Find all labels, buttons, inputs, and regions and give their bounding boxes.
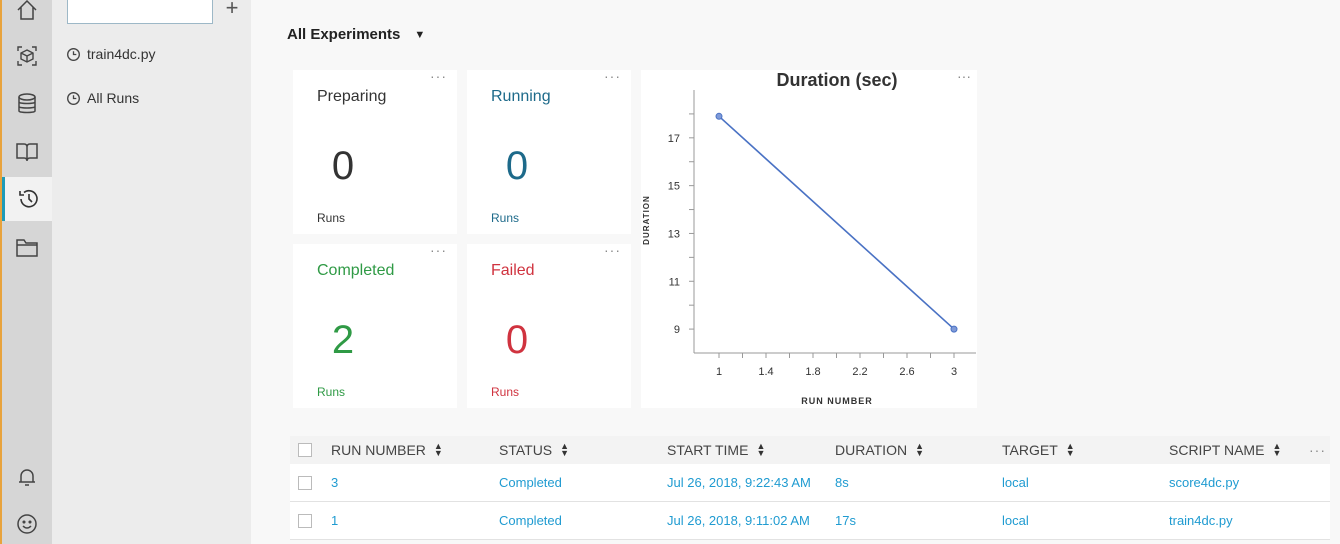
completed-card: ··· Completed 2 Runs — [293, 242, 457, 408]
x-tick-label: 3 — [951, 366, 957, 378]
col-script-name[interactable]: SCRIPT NAME ▲ ▼ — [1169, 436, 1281, 464]
more-options-icon[interactable]: ··· — [430, 242, 447, 258]
x-tick-label: 1.8 — [805, 366, 820, 378]
card-unit: Runs — [317, 211, 346, 225]
table-row[interactable]: 1 Completed Jul 26, 2018, 9:11:02 AM 17s… — [290, 502, 1330, 540]
card-count: 0 — [331, 144, 355, 188]
script-name-link[interactable]: score4dc.py — [1169, 464, 1239, 501]
more-options-icon[interactable]: ··· — [1309, 436, 1326, 464]
explorer-item-label: train4dc.py — [87, 46, 156, 62]
experiments-dropdown-label: All Experiments — [287, 26, 401, 43]
duration-cell: 17s — [835, 513, 856, 528]
folder-icon[interactable] — [2, 226, 52, 270]
y-tick-label: 17 — [668, 133, 680, 145]
row-checkbox[interactable] — [298, 475, 312, 490]
col-duration[interactable]: DURATION ▲ ▼ — [835, 436, 924, 464]
y-tick-label: 11 — [669, 276, 680, 288]
sort-icon: ▲ ▼ — [1065, 441, 1075, 458]
card-unit: Runs — [317, 385, 346, 399]
y-axis-label: DURATION — [642, 195, 651, 245]
row-checkbox[interactable] — [298, 513, 312, 528]
explorer-item-train4dc[interactable]: train4dc.py — [66, 44, 155, 64]
run-number-link[interactable]: 1 — [331, 502, 338, 539]
status-cell: Completed — [499, 475, 562, 490]
sort-icon: ▲ ▼ — [915, 441, 924, 458]
card-count: 2 — [331, 318, 355, 362]
preparing-card: ··· Preparing 0 Runs — [293, 68, 457, 234]
card-title: Failed — [491, 262, 535, 279]
failed-card: ··· Failed 0 Runs — [467, 242, 631, 408]
smiley-icon[interactable] — [2, 502, 52, 544]
book-icon[interactable] — [2, 130, 52, 174]
duration-chart-card: ··· Duration (sec) DURATION RUN NUMBER 9… — [641, 68, 977, 408]
start-time-cell: Jul 26, 2018, 9:11:02 AM — [667, 513, 810, 528]
start-time-cell: Jul 26, 2018, 9:22:43 AM — [667, 475, 811, 490]
card-unit: Runs — [491, 211, 520, 225]
explorer-panel: + train4dc.py All Runs — [52, 0, 251, 544]
explorer-item-label: All Runs — [87, 90, 140, 106]
more-options-icon[interactable]: ··· — [604, 242, 621, 258]
explorer-item-all-runs[interactable]: All Runs — [66, 88, 139, 108]
run-number-link[interactable]: 3 — [331, 464, 338, 501]
y-tick-label: 15 — [668, 181, 680, 193]
search-input[interactable] — [67, 0, 213, 24]
running-card: ··· Running 0 Runs — [467, 68, 631, 234]
script-name-link[interactable]: train4dc.py — [1169, 502, 1233, 539]
duration-cell: 8s — [835, 475, 849, 490]
sort-icon: ▲ ▼ — [756, 441, 766, 458]
card-title: Completed — [317, 262, 395, 279]
data-point — [715, 112, 723, 120]
clock-icon — [67, 91, 80, 105]
chart-title: Duration (sec) — [776, 70, 897, 90]
card-count: 0 — [505, 318, 529, 362]
experiments-dropdown[interactable]: All Experiments ▼ — [287, 26, 425, 43]
card-title: Preparing — [317, 88, 387, 105]
card-unit: Runs — [491, 385, 520, 399]
table-row[interactable]: 3 Completed Jul 26, 2018, 9:22:43 AM 8s … — [290, 464, 1330, 502]
card-count: 0 — [505, 144, 529, 188]
col-target[interactable]: TARGET ▲ ▼ — [1002, 436, 1075, 464]
data-point — [950, 325, 958, 333]
activity-rail — [0, 0, 52, 544]
bell-icon[interactable] — [2, 455, 52, 499]
col-start-time[interactable]: START TIME ▲ ▼ — [667, 436, 765, 464]
runs-table: RUN NUMBER ▲ ▼ STATUS ▲ ▼ START TIME ▲ ▼ DURAT… — [290, 436, 1330, 540]
clock-icon — [67, 47, 80, 61]
select-all-checkbox[interactable] — [298, 443, 312, 457]
sort-icon: ▲ ▼ — [1272, 441, 1282, 458]
y-tick-label: 13 — [668, 228, 680, 240]
duration-chart: Duration (sec) DURATION RUN NUMBER 91113… — [642, 70, 976, 406]
history-icon[interactable] — [2, 177, 52, 221]
database-icon[interactable] — [2, 82, 52, 126]
sort-icon: ▲ ▼ — [560, 441, 570, 458]
more-options-icon[interactable]: ··· — [430, 68, 447, 84]
y-tick-label: 9 — [674, 324, 680, 336]
home-icon[interactable] — [2, 0, 52, 32]
x-tick-label: 2.6 — [899, 366, 914, 378]
main-content: All Experiments ▼ ··· Preparing 0 Runs ·… — [251, 0, 1340, 544]
sort-icon: ▲ ▼ — [433, 441, 443, 458]
status-cell: Completed — [499, 513, 562, 528]
caret-down-icon: ▼ — [414, 28, 426, 41]
more-options-icon[interactable]: ··· — [604, 68, 621, 84]
table-header: RUN NUMBER ▲ ▼ STATUS ▲ ▼ START TIME ▲ ▼ DURAT… — [290, 436, 1330, 464]
add-button[interactable]: + — [222, 0, 242, 20]
card-title: Running — [491, 88, 551, 105]
x-tick-label: 1 — [716, 366, 722, 378]
x-tick-label: 2.2 — [852, 366, 867, 378]
x-axis-label: RUN NUMBER — [801, 396, 873, 406]
series-line — [718, 115, 955, 330]
col-run-number[interactable]: RUN NUMBER ▲ ▼ — [331, 436, 443, 464]
cube-icon[interactable] — [2, 34, 52, 78]
col-status[interactable]: STATUS ▲ ▼ — [499, 436, 569, 464]
x-tick-label: 1.4 — [758, 366, 773, 378]
target-cell: local — [1002, 475, 1029, 490]
target-cell: local — [1002, 513, 1029, 528]
